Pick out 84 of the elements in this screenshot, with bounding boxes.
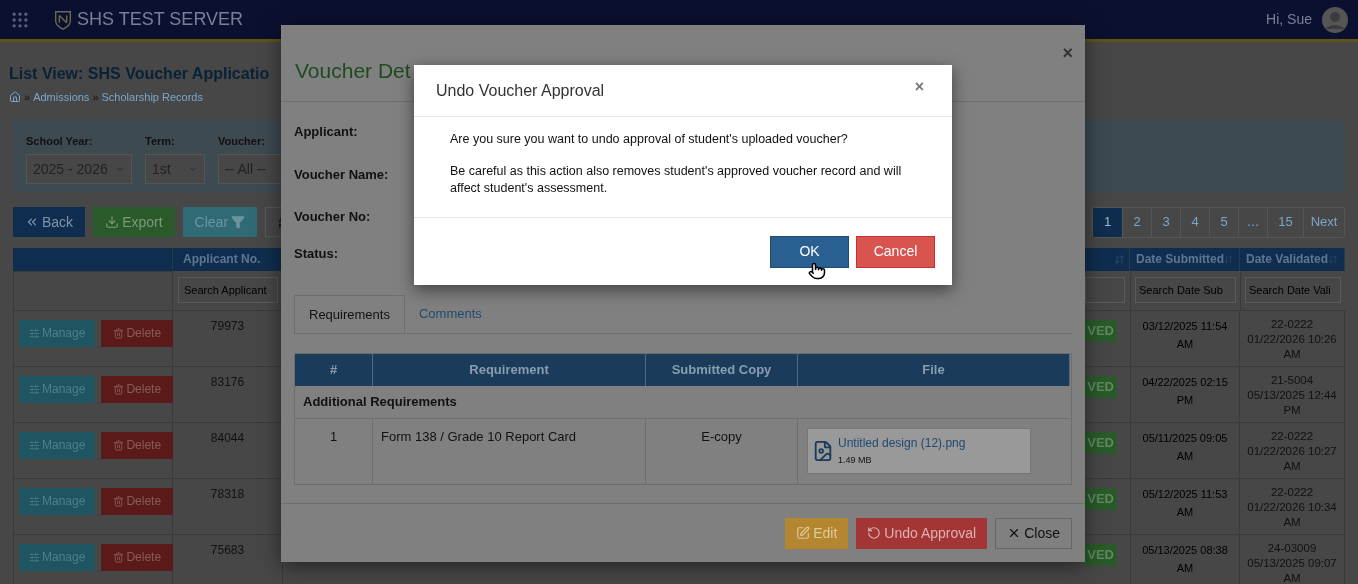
requirement-name: Form 138 / Grade 10 Report Card xyxy=(381,429,577,444)
sliders-icon xyxy=(29,327,40,339)
app-title: SHS TEST SERVER xyxy=(77,8,244,31)
page-title: List View: SHS Voucher Applicatio xyxy=(9,64,270,84)
chevron-down-icon xyxy=(188,164,198,174)
sort-icon xyxy=(1328,253,1338,265)
home-icon[interactable] xyxy=(9,91,21,104)
date-submitted: 04/22/2025 02:15 PM xyxy=(1142,375,1228,406)
field-label: Applicant: xyxy=(294,123,358,141)
sliders-icon xyxy=(29,551,40,563)
trash-icon xyxy=(113,551,125,563)
undo-icon xyxy=(867,526,882,540)
trash-icon xyxy=(113,383,125,395)
hand-cursor-icon xyxy=(808,261,826,281)
undo-approval-button[interactable]: Undo Approval xyxy=(856,517,988,549)
row-number: 1 xyxy=(329,429,338,444)
delete-button[interactable]: Delete xyxy=(101,431,174,459)
breadcrumb-link[interactable]: Scholarship Records xyxy=(101,89,203,106)
sort-icon[interactable] xyxy=(1114,253,1125,265)
dialog-message: Be careful as this action also removes student's approved voucher record and will affect student's assessment. xyxy=(450,163,903,197)
requirements-column-header: Requirement xyxy=(373,354,646,386)
breadcrumb-separator: » xyxy=(92,90,99,105)
trash-icon xyxy=(113,327,125,339)
delete-button[interactable]: Delete xyxy=(101,375,174,403)
search-field[interactable]: Search Date Sub xyxy=(1135,277,1236,303)
column-header[interactable]: Date Validated xyxy=(1240,247,1345,271)
date-submitted: 05/13/2025 08:38 AM xyxy=(1142,543,1228,574)
tab[interactable]: Requirements xyxy=(294,295,405,333)
field-label: Status: xyxy=(294,244,339,263)
image-file-icon xyxy=(812,438,834,464)
requirements-column-header: Submitted Copy xyxy=(646,354,798,386)
edit-icon xyxy=(796,526,811,540)
back-button[interactable]: Back xyxy=(13,207,86,237)
trash-icon xyxy=(113,495,125,507)
requirements-column-header: # xyxy=(295,354,373,386)
chevron-down-icon xyxy=(115,164,125,174)
delete-button[interactable]: Delete xyxy=(101,319,174,347)
search-field[interactable]: Search Applicant xyxy=(178,277,278,303)
field-label: Voucher No: xyxy=(294,208,371,226)
column-header[interactable]: Date Submitted xyxy=(1130,247,1240,271)
export-button[interactable]: Export xyxy=(93,207,175,237)
date-submitted: 05/12/2025 11:53 AM xyxy=(1142,487,1228,518)
edit-button[interactable]: Edit xyxy=(785,517,849,549)
trash-icon xyxy=(113,439,125,451)
logo-icon xyxy=(52,8,74,31)
modal-close-button[interactable]: × xyxy=(1062,40,1073,67)
sliders-icon xyxy=(29,495,40,507)
breadcrumb-link[interactable]: Admissions xyxy=(33,89,90,106)
avatar-icon[interactable] xyxy=(1322,6,1348,33)
tab[interactable]: Comments xyxy=(404,295,496,333)
dialog-title: Undo Voucher Approval xyxy=(436,80,605,101)
file-size: 1.49 MB xyxy=(838,454,873,468)
page-button[interactable]: 1 xyxy=(1093,207,1122,237)
sort-icon xyxy=(1224,253,1233,265)
dialog-message: Are you sure you want to undo approval of student's uploaded voucher? xyxy=(450,131,849,148)
date-submitted: 05/11/2025 09:05 AM xyxy=(1142,431,1228,462)
filter-label: Term: xyxy=(145,133,176,149)
sliders-icon xyxy=(29,439,40,451)
cancel-button[interactable]: Cancel xyxy=(856,235,935,268)
page-button[interactable]: Next xyxy=(1303,207,1344,237)
close-button[interactable]: Close xyxy=(995,517,1072,549)
dialog-close-button[interactable]: × xyxy=(914,74,924,99)
sliders-icon xyxy=(29,383,40,395)
search-field[interactable] xyxy=(1085,277,1125,303)
filter-label: School Year: xyxy=(26,133,94,149)
user-greeting: Hi, Sue xyxy=(1266,10,1312,29)
filter-label: Voucher: xyxy=(218,133,266,149)
submitted-copy: E-copy xyxy=(701,429,742,444)
requirements-column-header: File xyxy=(798,354,1070,386)
search-field[interactable]: Search Date Vali xyxy=(1245,277,1341,303)
group-row: Additional Requirements xyxy=(295,386,1070,419)
file-link[interactable]: Untitled design (12).png xyxy=(838,434,966,453)
date-submitted: 03/12/2025 11:54 AM xyxy=(1142,319,1228,350)
download-icon xyxy=(105,215,120,229)
column-header[interactable]: Applicant No. xyxy=(173,247,283,271)
modal-title: Voucher Det xyxy=(295,58,411,84)
clear-button[interactable]: Clear xyxy=(182,207,258,237)
delete-button[interactable]: Delete xyxy=(101,487,174,515)
double-chevron-icon xyxy=(25,215,39,229)
breadcrumb-separator: » xyxy=(24,90,31,105)
filter-icon xyxy=(231,215,246,229)
ok-button[interactable]: OK xyxy=(770,235,849,268)
field-label: Voucher Name: xyxy=(294,165,389,184)
delete-button[interactable]: Delete xyxy=(101,543,174,571)
